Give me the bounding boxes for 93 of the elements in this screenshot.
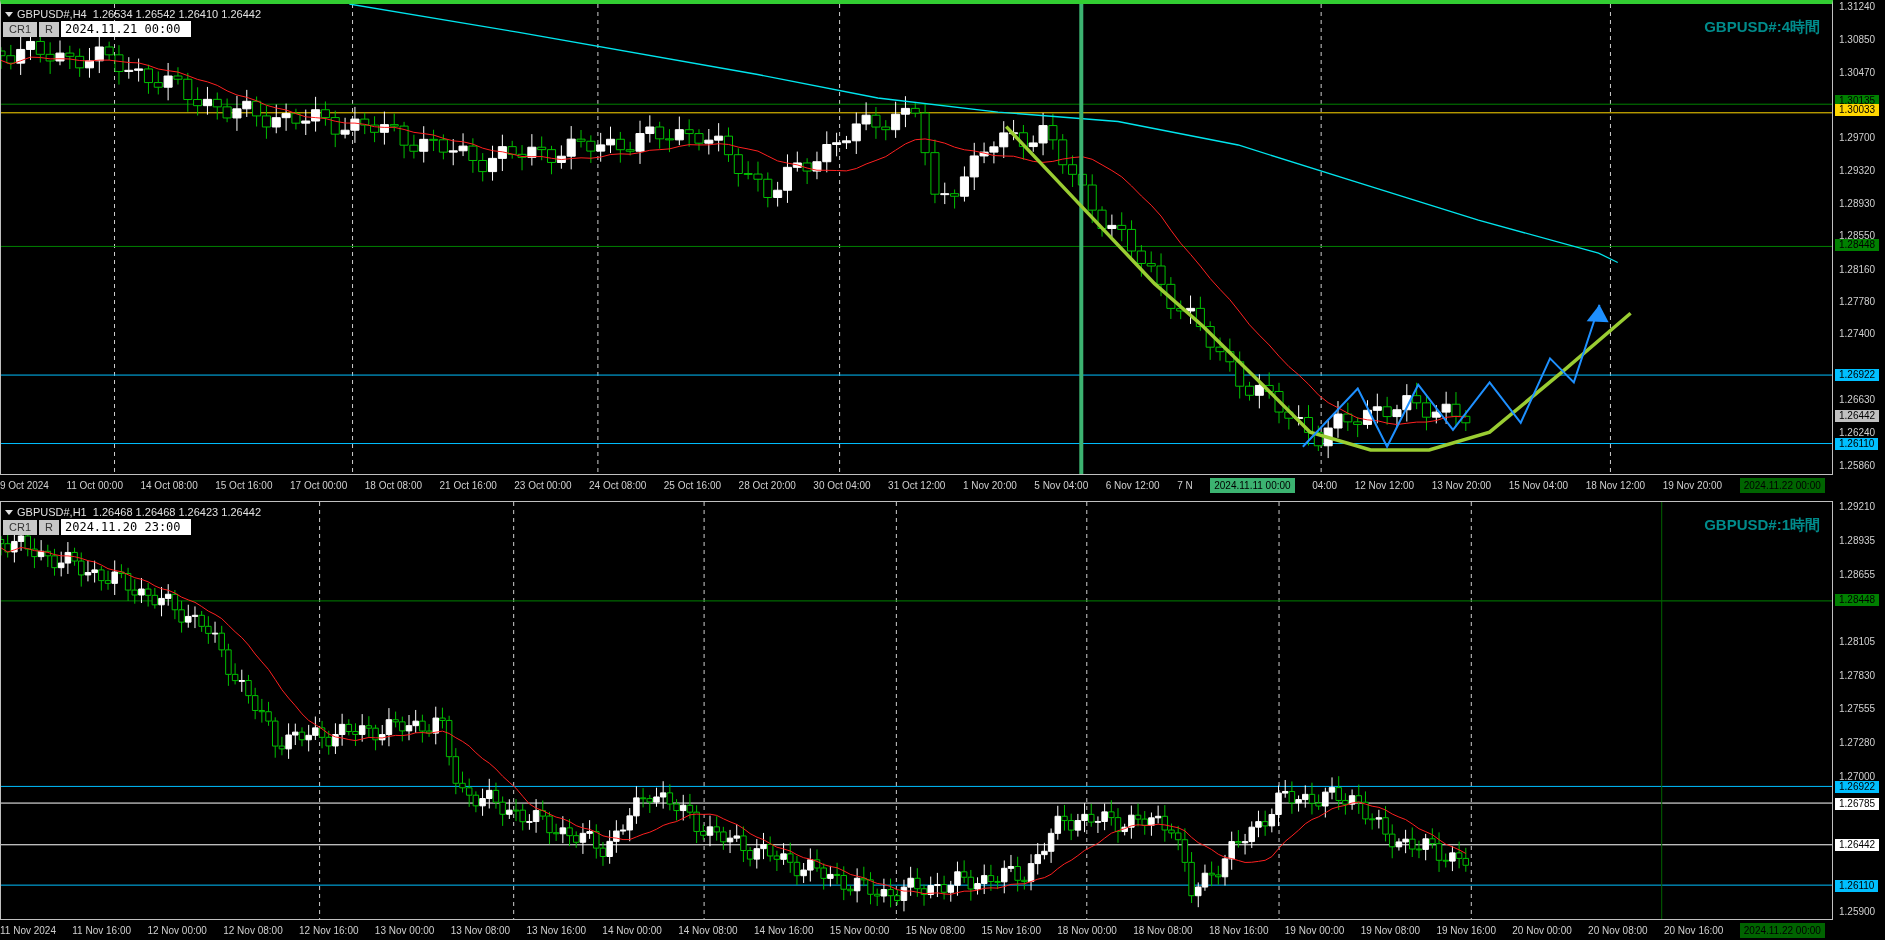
price-tag: 1.26442 [1835, 409, 1880, 422]
time-axis-label: 19 Nov 00:00 [1284, 923, 1345, 938]
chart-title: GBPUSD#:4時間 [1704, 17, 1820, 37]
time-axis-label: 15 Oct 16:00 [215, 478, 273, 493]
time-axis-label: 18 Nov 12:00 [1585, 478, 1646, 493]
time-axis-label: 15 Nov 08:00 [905, 923, 966, 938]
time-axis-label: 19 Nov 20:00 [1662, 478, 1723, 493]
time-axis-label: 17 Oct 00:00 [290, 478, 348, 493]
price-tag: 1.26922 [1835, 780, 1880, 793]
price-tick-label: 1.29700 [1839, 133, 1876, 144]
price-tick-label: 1.31240 [1839, 2, 1876, 13]
time-marker-tag: 2024.11.11 00:00 [1210, 477, 1295, 493]
price-tick-label: 1.27780 [1839, 296, 1876, 307]
symbol-quote: GBPUSD#,H4 1.26534 1.26542 1.26410 1.26442 [17, 7, 262, 22]
time-axis-label: 19 Nov 08:00 [1360, 923, 1421, 938]
time-axis-label: 14 Oct 08:00 [140, 478, 198, 493]
price-tick-label: 1.27000 [1839, 772, 1876, 783]
time-axis-label: 11 Oct 00:00 [66, 478, 123, 493]
time-axis-label: 14 Nov 08:00 [678, 923, 738, 938]
time-axis-label: 31 Oct 12:00 [888, 478, 946, 493]
price-tag: 1.26785 [1835, 797, 1880, 810]
time-axis-label: 18 Nov 16:00 [1208, 923, 1269, 938]
time-axis-label: 15 Nov 16:00 [981, 923, 1041, 938]
time-axis-label: 13 Nov 00:00 [374, 923, 435, 938]
time-axis-label: 14 Nov 00:00 [602, 923, 662, 938]
price-tick-label: 1.25860 [1839, 460, 1876, 471]
collapse-caret-icon[interactable] [5, 11, 13, 17]
time-axis-label: 13 Nov 16:00 [526, 923, 586, 938]
time-axis-label: 30 Oct 04:00 [813, 478, 871, 493]
time-axis-label: 12 Nov 16:00 [299, 923, 359, 938]
price-tick-label: 1.28935 [1839, 535, 1876, 546]
time-axis-label: 18 Nov 08:00 [1133, 923, 1193, 938]
price-tick-label: 1.27280 [1839, 738, 1876, 749]
price-tick-label: 1.28930 [1839, 198, 1876, 209]
price-tick-label: 1.26240 [1839, 428, 1876, 439]
time-axis-label: 13 Nov 20:00 [1431, 478, 1492, 493]
time-axis-label: 25 Oct 16:00 [663, 478, 722, 493]
collapse-caret-icon[interactable] [5, 509, 13, 515]
time-axis-label: 11 Nov 16:00 [72, 923, 132, 938]
price-tick-label: 1.28550 [1839, 231, 1876, 242]
price-tick-label: 1.30470 [1839, 67, 1876, 78]
time-axis-label: 18 Oct 08:00 [364, 478, 422, 493]
price-tick-label: 1.28105 [1839, 637, 1876, 648]
time-axis-label: 24 Oct 08:00 [589, 478, 647, 493]
time-marker-tag: 2024.11.22 00:00 [1739, 922, 1825, 938]
price-tag: 1.26442 [1835, 839, 1880, 852]
time-axis-label: 6 Nov 12:00 [1105, 478, 1160, 493]
price-tag: 1.26110 [1835, 438, 1879, 451]
price-tag: 1.28448 [1835, 594, 1880, 607]
chart-title: GBPUSD#:1時間 [1704, 515, 1820, 535]
time-axis-label: 20 Nov 08:00 [1588, 923, 1648, 938]
time-axis-label: 13 Nov 08:00 [450, 923, 511, 938]
time-axis-label: 1 Nov 20:00 [962, 478, 1017, 493]
time-axis-label: 15 Nov 00:00 [829, 923, 890, 938]
price-tick-label: 1.30850 [1839, 35, 1876, 46]
time-axis-label: 15 Nov 04:00 [1508, 478, 1569, 493]
time-marker-tag: 2024.11.22 00:00 [1739, 477, 1825, 493]
time-axis-label: 12 Nov 12:00 [1354, 478, 1415, 493]
chart-tool-button[interactable]: CR1 [3, 21, 37, 37]
price-tick-label: 1.28160 [1839, 264, 1876, 275]
time-axis-label: 23 Oct 00:00 [514, 478, 572, 493]
price-tag: 1.26110 [1835, 879, 1879, 892]
price-tick-label: 1.29210 [1839, 502, 1876, 513]
price-tick-label: 1.29320 [1839, 165, 1876, 176]
time-axis-label: 20 Nov 00:00 [1512, 923, 1572, 938]
price-tick-label: 1.27400 [1839, 329, 1876, 340]
time-axis-label: 19 Nov 16:00 [1436, 923, 1496, 938]
price-tick-label: 1.26630 [1839, 394, 1876, 405]
time-axis-label: 04:00 [1312, 478, 1338, 493]
time-axis-label: 5 Nov 04:00 [1034, 478, 1089, 493]
price-tick-label: 1.27830 [1839, 670, 1876, 681]
time-axis-label: 28 Oct 20:00 [738, 478, 796, 493]
time-axis-label: 14 Nov 16:00 [754, 923, 814, 938]
price-tag: 1.28448 [1835, 239, 1880, 251]
time-axis-label: 7 N [1177, 478, 1193, 493]
time-axis-label: 11 Nov 2024 [0, 923, 56, 938]
price-tick-label: 1.28655 [1839, 570, 1876, 581]
price-tick-label: 1.27555 [1839, 704, 1876, 715]
date-field[interactable]: 2024.11.20 23:00 [60, 519, 191, 535]
chart-tool-button[interactable]: CR1 [3, 519, 37, 535]
price-tick-label: 1.25900 [1839, 906, 1876, 917]
price-tag: 1.30033 [1835, 103, 1880, 116]
time-axis-label: 12 Nov 08:00 [223, 923, 283, 938]
symbol-quote: GBPUSD#,H1 1.26468 1.26468 1.26423 1.26442 [17, 505, 262, 520]
time-axis-label: 9 Oct 2024 [0, 478, 49, 493]
time-axis-label: 20 Nov 16:00 [1663, 923, 1724, 938]
chart-tool-button[interactable]: R [39, 21, 59, 37]
time-axis-label: 12 Nov 00:00 [147, 923, 207, 938]
price-tag: 1.26922 [1835, 369, 1880, 381]
date-field[interactable]: 2024.11.21 00:00 [60, 21, 191, 37]
time-axis-label: 18 Nov 00:00 [1057, 923, 1117, 938]
chart-tool-button[interactable]: R [39, 519, 59, 535]
time-axis-label: 21 Oct 16:00 [439, 478, 497, 493]
